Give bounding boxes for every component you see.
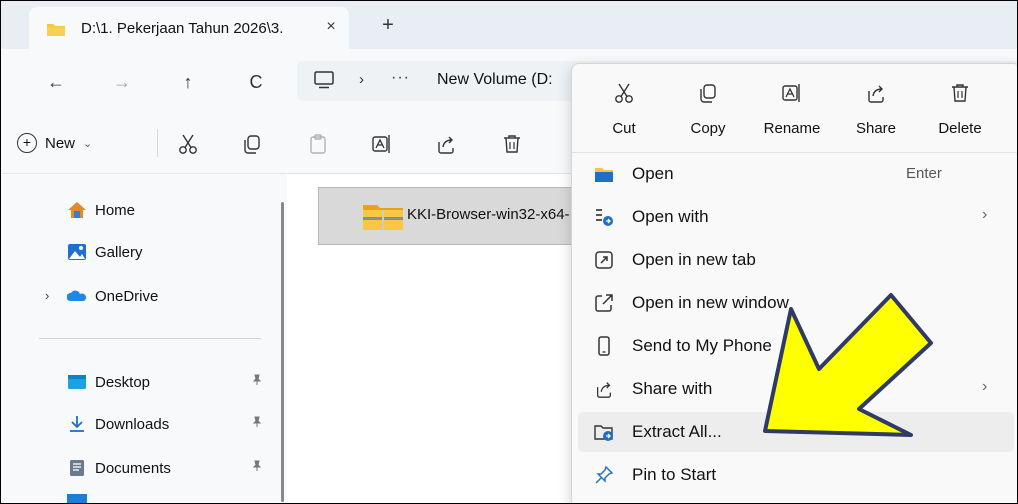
shortcut-label: Enter <box>906 165 942 182</box>
pin-icon <box>595 465 614 484</box>
sidebar-item-label: Home <box>95 201 136 219</box>
sidebar-item-label: Downloads <box>95 415 170 433</box>
folder-icon <box>47 24 65 36</box>
breadcrumb-more-button[interactable]: ··· <box>391 69 410 87</box>
sidebar-item-onedrive[interactable]: OneDrive <box>67 284 158 308</box>
sidebar-item-documents[interactable]: Documents <box>67 456 171 480</box>
context-menu: Cut Copy Rename Share Delete Open Enter … <box>571 63 1017 503</box>
expand-onedrive-icon[interactable]: › <box>45 288 49 303</box>
sidebar-item-label: Documents <box>95 459 171 477</box>
new-window-icon <box>595 294 613 312</box>
menu-item-label: Send to My Phone <box>632 336 772 355</box>
rename-label: Rename <box>763 120 821 137</box>
delete-label: Delete <box>938 120 982 137</box>
delete-button[interactable]: Delete <box>920 74 1000 144</box>
file-name: KKI-Browser-win32-x64- <box>407 206 570 223</box>
menu-item-open[interactable]: Open Enter <box>578 154 1014 194</box>
menu-item-label: Share with <box>632 379 713 398</box>
context-quick-actions: Cut Copy Rename Share Delete <box>572 64 1017 153</box>
pin-icon[interactable] <box>251 374 263 389</box>
close-tab-icon[interactable]: × <box>321 17 341 37</box>
menu-item-label: Extract All... <box>632 422 722 441</box>
home-icon <box>68 202 86 218</box>
rename-icon <box>782 84 800 102</box>
chevron-down-icon: ⌄ <box>83 137 93 150</box>
paste-icon[interactable] <box>307 133 329 155</box>
up-button[interactable]: ↑ <box>177 71 199 93</box>
menu-item-send-to-phone[interactable]: Send to My Phone <box>578 326 1014 366</box>
menu-item-pin-to-start[interactable]: Pin to Start <box>578 455 1014 495</box>
copy-button[interactable]: Copy <box>668 74 748 144</box>
trash-icon <box>952 84 968 102</box>
submenu-chevron-icon: › <box>982 378 988 395</box>
sidebar-item-desktop[interactable]: Desktop <box>67 370 150 394</box>
tab-title: D:\1. Pekerjaan Tahun 2026\3. <box>81 20 284 37</box>
partial-sidebar-icon <box>67 494 87 503</box>
rename-icon[interactable] <box>371 133 393 155</box>
menu-item-open-new-window[interactable]: Open in new window <box>578 283 1014 323</box>
sidebar-item-label: Desktop <box>95 373 151 391</box>
menu-item-open-with[interactable]: Open with › <box>578 197 1014 237</box>
pin-icon[interactable] <box>251 416 263 431</box>
navigation-pane: Home Gallery › OneDrive Desktop Download… <box>1 174 287 503</box>
scissors-icon <box>615 83 633 103</box>
sidebar-divider <box>39 338 261 339</box>
menu-item-label: Open <box>632 164 674 183</box>
menu-item-label: Open in new window <box>632 293 789 312</box>
documents-icon <box>70 460 84 476</box>
desktop-icon <box>68 375 86 389</box>
menu-item-label: Open with <box>632 207 709 226</box>
sidebar-item-label: OneDrive <box>95 287 159 305</box>
copy-icon[interactable] <box>241 133 263 155</box>
submenu-chevron-icon: › <box>982 206 988 223</box>
forward-button[interactable]: → <box>111 71 133 93</box>
open-with-icon <box>596 209 613 226</box>
extract-icon <box>594 425 613 441</box>
menu-item-open-new-tab[interactable]: Open in new tab <box>578 240 1014 280</box>
new-button[interactable]: + New ⌄ <box>17 129 92 157</box>
sidebar-item-home[interactable]: Home <box>67 198 135 222</box>
trash-icon[interactable] <box>501 133 523 155</box>
share-icon[interactable] <box>435 133 457 155</box>
menu-item-extract-all[interactable]: Extract All... <box>578 412 1014 452</box>
new-tab-icon <box>595 251 613 269</box>
gallery-icon <box>68 244 86 260</box>
scissors-icon[interactable] <box>177 133 199 155</box>
onedrive-icon <box>67 290 86 301</box>
menu-item-label: Pin to Start <box>632 465 717 484</box>
this-pc-icon <box>314 71 334 89</box>
share-label: Share <box>855 120 897 137</box>
back-button[interactable]: ← <box>45 71 67 93</box>
sidebar-item-gallery[interactable]: Gallery <box>67 240 143 264</box>
new-button-label: New <box>45 134 76 152</box>
cut-label: Cut <box>612 120 636 137</box>
plus-icon: + <box>17 133 37 153</box>
copy-icon <box>700 84 716 103</box>
phone-icon <box>598 336 610 356</box>
pin-icon[interactable] <box>251 460 263 475</box>
sidebar-scrollbar[interactable] <box>281 202 284 502</box>
rename-button[interactable]: Rename <box>752 74 832 144</box>
menu-item-label: Open in new tab <box>632 250 756 269</box>
file-explorer-window: D:\1. Pekerjaan Tahun 2026\3. × + ← → ↑ … <box>0 0 1018 504</box>
menu-item-share-with[interactable]: Share with › <box>578 369 1014 409</box>
command-divider <box>157 129 158 157</box>
breadcrumb-volume[interactable]: New Volume (D: <box>437 71 553 89</box>
tab-current-folder[interactable]: D:\1. Pekerjaan Tahun 2026\3. × <box>29 7 349 49</box>
download-icon <box>70 416 84 432</box>
folder-icon <box>595 168 613 182</box>
new-tab-button[interactable]: + <box>377 14 399 36</box>
breadcrumb-separator: › <box>359 71 364 88</box>
cut-button[interactable]: Cut <box>584 74 664 144</box>
share-icon <box>868 85 884 103</box>
sidebar-item-downloads[interactable]: Downloads <box>67 412 169 436</box>
sidebar-item-label: Gallery <box>95 243 143 261</box>
share-icon <box>597 382 611 398</box>
copy-label: Copy <box>690 120 726 137</box>
zip-folder-icon <box>363 205 403 230</box>
tab-strip: D:\1. Pekerjaan Tahun 2026\3. × + <box>1 1 1017 49</box>
refresh-button[interactable]: C <box>245 71 267 93</box>
share-button[interactable]: Share <box>836 74 916 144</box>
